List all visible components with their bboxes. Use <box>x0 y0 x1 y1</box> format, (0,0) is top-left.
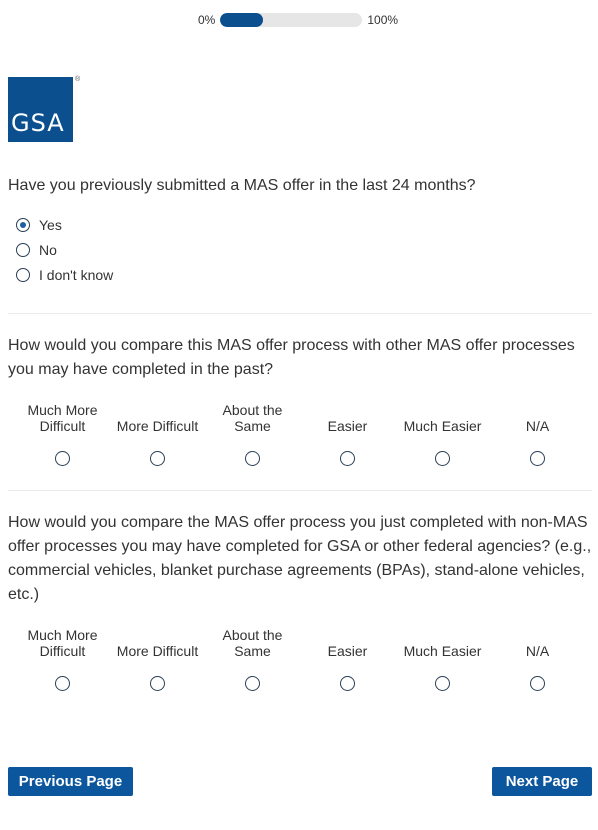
scale-label: Easier <box>327 418 368 434</box>
q3-option-about-the-same[interactable]: About the Same <box>205 627 300 691</box>
progress-bar: 0% 100% <box>198 13 398 27</box>
question-3-text: How would you compare the MAS offer proc… <box>8 514 592 603</box>
scale-label: N/A <box>525 418 550 434</box>
question-1-text: Have you previously submitted a MAS offe… <box>8 177 476 194</box>
q1-option-dont-know[interactable]: I don't know <box>16 267 113 283</box>
q2-rating-scale: Much More Difficult More Difficult About… <box>15 402 585 466</box>
gsa-logo-text: GSA <box>11 109 65 137</box>
scale-label: About the Same <box>222 402 283 434</box>
q2-radio-more-difficult[interactable] <box>150 451 165 466</box>
q1-option-label: No <box>39 242 57 258</box>
scale-label: More Difficult <box>116 418 199 434</box>
next-page-button[interactable]: Next Page <box>492 767 592 796</box>
q1-radio-yes[interactable] <box>16 218 30 232</box>
q1-radio-no[interactable] <box>16 243 30 257</box>
progress-start-label: 0% <box>198 13 216 27</box>
q3-radio-much-easier[interactable] <box>435 676 450 691</box>
q2-option-more-difficult[interactable]: More Difficult <box>110 402 205 466</box>
q3-radio-much-more-difficult[interactable] <box>55 676 70 691</box>
q2-option-about-the-same[interactable]: About the Same <box>205 402 300 466</box>
question-2-text: How would you compare this MAS offer pro… <box>8 337 575 378</box>
scale-label: Much More Difficult <box>27 402 98 434</box>
scale-label: Much More Difficult <box>27 627 98 659</box>
q1-option-label: Yes <box>39 217 62 233</box>
q2-radio-much-easier[interactable] <box>435 451 450 466</box>
q1-radio-dont-know[interactable] <box>16 268 30 282</box>
q3-radio-more-difficult[interactable] <box>150 676 165 691</box>
q2-option-na[interactable]: N/A <box>490 402 585 466</box>
q2-option-much-easier[interactable]: Much Easier <box>395 402 490 466</box>
progress-track <box>220 13 363 27</box>
scale-label: More Difficult <box>116 643 199 659</box>
divider <box>8 313 592 314</box>
scale-label: Much Easier <box>403 418 482 434</box>
q3-radio-easier[interactable] <box>340 676 355 691</box>
q2-radio-easier[interactable] <box>340 451 355 466</box>
q2-radio-na[interactable] <box>530 451 545 466</box>
q2-radio-about-the-same[interactable] <box>245 451 260 466</box>
q1-option-yes[interactable]: Yes <box>16 217 62 233</box>
q1-option-no[interactable]: No <box>16 242 57 258</box>
q3-option-much-more-difficult[interactable]: Much More Difficult <box>15 627 110 691</box>
scale-label: N/A <box>525 643 550 659</box>
q3-radio-na[interactable] <box>530 676 545 691</box>
scale-label: Easier <box>327 643 368 659</box>
scale-label: About the Same <box>222 627 283 659</box>
q3-option-na[interactable]: N/A <box>490 627 585 691</box>
q3-radio-about-the-same[interactable] <box>245 676 260 691</box>
q3-option-much-easier[interactable]: Much Easier <box>395 627 490 691</box>
q3-option-more-difficult[interactable]: More Difficult <box>110 627 205 691</box>
progress-end-label: 100% <box>367 13 399 27</box>
gsa-logo: GSA <box>8 77 73 142</box>
previous-page-button[interactable]: Previous Page <box>8 767 133 796</box>
q3-rating-scale: Much More Difficult More Difficult About… <box>15 627 585 691</box>
scale-label: Much Easier <box>403 643 482 659</box>
q2-radio-much-more-difficult[interactable] <box>55 451 70 466</box>
registered-mark: ® <box>75 76 81 83</box>
q3-option-easier[interactable]: Easier <box>300 627 395 691</box>
q1-option-label: I don't know <box>39 267 114 283</box>
q2-option-much-more-difficult[interactable]: Much More Difficult <box>15 402 110 466</box>
divider <box>8 490 592 491</box>
progress-fill <box>220 13 263 27</box>
q2-option-easier[interactable]: Easier <box>300 402 395 466</box>
